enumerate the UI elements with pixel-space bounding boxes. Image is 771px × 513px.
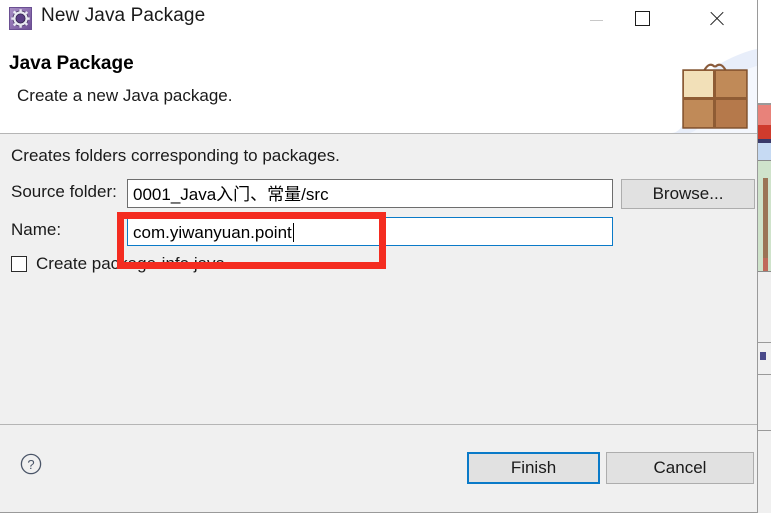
page-description: Create a new Java package. [17, 86, 233, 105]
source-folder-input[interactable]: 0001_Java入门、常量/src [127, 179, 613, 208]
bg-segment [758, 105, 771, 125]
create-package-info-row[interactable]: Create package-info.java [11, 254, 225, 274]
new-java-package-dialog: New Java Package Java Package Create a n… [0, 0, 758, 513]
bg-segment [760, 352, 766, 360]
bg-segment [758, 0, 771, 103]
maximize-button[interactable] [619, 0, 665, 36]
bg-segment [758, 143, 771, 160]
minimize-icon [589, 19, 603, 21]
package-name-row: Name: com.yiwanyuan.point [0, 217, 757, 247]
finish-button[interactable]: Finish [467, 452, 600, 484]
bg-segment [758, 342, 771, 343]
help-question-icon[interactable]: ? [20, 453, 42, 475]
bg-segment [758, 272, 771, 342]
bg-segment [758, 125, 771, 139]
maximize-icon [634, 10, 650, 26]
window-title: New Java Package [41, 5, 206, 26]
background-window-strip [757, 0, 771, 513]
name-label: Name: [11, 220, 62, 239]
close-button[interactable] [693, 0, 739, 36]
dialog-body: Creates folders corresponding to package… [0, 134, 757, 424]
bg-segment [763, 178, 768, 258]
source-folder-row: Source folder: 0001_Java入门、常量/src Browse… [0, 179, 757, 209]
page-title: Java Package [9, 53, 134, 74]
source-folder-label: Source folder: [11, 182, 117, 201]
cancel-button[interactable]: Cancel [606, 452, 754, 484]
bg-segment [758, 374, 771, 375]
screenshot-root: New Java Package Java Package Create a n… [0, 0, 771, 513]
bg-segment [758, 430, 771, 431]
text-caret [292, 223, 294, 242]
name-input[interactable]: com.yiwanyuan.point [127, 217, 613, 246]
svg-text:?: ? [27, 457, 34, 472]
close-icon [708, 10, 725, 27]
create-package-info-checkbox[interactable] [11, 256, 27, 272]
title-bar: New Java Package [0, 0, 757, 38]
dialog-footer: ? Finish Cancel [0, 424, 757, 512]
browse-button[interactable]: Browse... [621, 179, 755, 209]
gift-box-icon [671, 38, 757, 133]
create-package-info-label: Create package-info.java [36, 254, 226, 273]
minimize-button[interactable] [573, 0, 619, 36]
body-intro-text: Creates folders corresponding to package… [11, 146, 340, 165]
bg-segment [763, 258, 768, 271]
dialog-header: Java Package Create a new Java package. [0, 38, 757, 134]
java-package-gear-icon [9, 7, 32, 30]
name-input-value: com.yiwanyuan.point [133, 223, 292, 242]
